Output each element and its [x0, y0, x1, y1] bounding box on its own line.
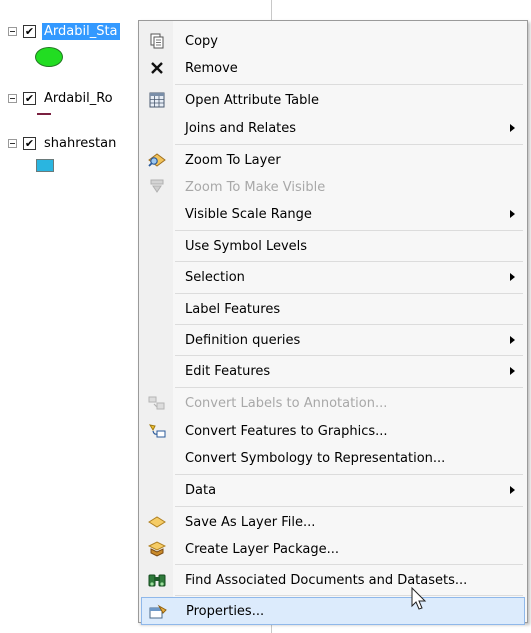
menu-item-open-attribute-table[interactable]: Open Attribute Table	[141, 86, 525, 114]
menu-item-label: Convert Symbology to Representation...	[185, 450, 446, 466]
layer-row-stations[interactable]: ✔ Ardabil_Sta	[8, 22, 120, 40]
submenu-arrow-icon	[510, 124, 515, 132]
layer-name[interactable]: Ardabil_Ro	[42, 90, 115, 107]
menu-item-label: Convert Features to Graphics...	[185, 423, 388, 439]
convert-features-icon	[147, 422, 167, 440]
menu-item-properties[interactable]: Properties...	[141, 597, 525, 625]
menu-item-definition-queries[interactable]: Definition queries	[141, 326, 525, 354]
submenu-arrow-icon	[510, 367, 515, 375]
line-symbol-icon	[37, 113, 51, 115]
menu-item-label-features[interactable]: Label Features	[141, 295, 525, 323]
menu-item-label: Copy	[185, 33, 218, 49]
menu-separator	[175, 261, 523, 262]
menu-item-label: Convert Labels to Annotation...	[185, 395, 388, 411]
menu-item-label: Data	[185, 482, 217, 498]
menu-item-data[interactable]: Data	[141, 476, 525, 504]
menu-item-label: Save As Layer File...	[185, 514, 316, 530]
layer-context-menu: Copy Remove Open Attribute Table Joins a…	[138, 20, 528, 625]
menu-separator	[175, 324, 523, 325]
menu-item-convert-features-to-graphics[interactable]: Convert Features to Graphics...	[141, 417, 525, 445]
layer-file-icon	[147, 513, 167, 531]
layer-visibility-checkbox[interactable]: ✔	[23, 24, 36, 38]
menu-item-label: Create Layer Package...	[185, 541, 339, 557]
submenu-arrow-icon	[510, 210, 515, 218]
zoom-visible-icon	[147, 178, 167, 196]
menu-item-convert-symbology-to-representation[interactable]: Convert Symbology to Representation...	[141, 444, 525, 472]
menu-item-label: Zoom To Layer	[185, 152, 281, 168]
menu-item-selection[interactable]: Selection	[141, 263, 525, 291]
remove-icon	[147, 59, 167, 77]
menu-item-label: Use Symbol Levels	[185, 238, 308, 254]
mouse-cursor-icon	[410, 586, 428, 615]
binoculars-icon	[147, 571, 167, 589]
copy-icon	[147, 32, 167, 50]
menu-separator	[175, 355, 523, 356]
point-symbol-icon	[35, 47, 63, 67]
zoom-to-layer-icon	[147, 151, 167, 169]
menu-separator	[175, 564, 523, 565]
menu-item-visible-scale-range[interactable]: Visible Scale Range	[141, 200, 525, 228]
layer-row-roads[interactable]: ✔ Ardabil_Ro	[8, 89, 115, 107]
menu-item-label: Open Attribute Table	[185, 92, 320, 108]
polygon-symbol-icon	[36, 159, 54, 172]
menu-item-label: Edit Features	[185, 363, 271, 379]
submenu-arrow-icon	[510, 273, 515, 281]
layer-visibility-checkbox[interactable]: ✔	[23, 136, 36, 150]
table-icon	[147, 91, 167, 109]
menu-item-label: Properties...	[186, 603, 265, 619]
menu-item-label: Selection	[185, 269, 245, 285]
submenu-arrow-icon	[510, 486, 515, 494]
menu-separator	[175, 506, 523, 507]
menu-item-zoom-to-make-visible: Zoom To Make Visible	[141, 173, 525, 201]
menu-separator	[175, 293, 523, 294]
menu-separator	[175, 144, 523, 145]
menu-item-use-symbol-levels[interactable]: Use Symbol Levels	[141, 232, 525, 260]
menu-item-create-layer-package[interactable]: Create Layer Package...	[141, 535, 525, 563]
layer-package-icon	[147, 540, 167, 558]
layer-name[interactable]: shahrestan	[42, 135, 118, 152]
menu-item-zoom-to-layer[interactable]: Zoom To Layer	[141, 146, 525, 174]
menu-separator	[175, 474, 523, 475]
collapse-icon[interactable]	[8, 138, 17, 148]
menu-separator	[175, 595, 523, 596]
menu-item-copy[interactable]: Copy	[141, 27, 525, 55]
menu-item-remove[interactable]: Remove	[141, 54, 525, 82]
menu-separator	[175, 84, 523, 85]
menu-item-joins-and-relates[interactable]: Joins and Relates	[141, 114, 525, 142]
menu-item-label: Remove	[185, 60, 238, 76]
menu-item-save-as-layer-file[interactable]: Save As Layer File...	[141, 508, 525, 536]
properties-icon	[148, 603, 168, 621]
menu-item-label: Definition queries	[185, 332, 301, 348]
layer-row-shahrestan[interactable]: ✔ shahrestan	[8, 134, 118, 152]
menu-item-label: Find Associated Documents and Datasets..…	[185, 572, 468, 588]
menu-item-convert-labels-to-annotation: Convert Labels to Annotation...	[141, 389, 525, 417]
menu-item-find-associated-documents[interactable]: Find Associated Documents and Datasets..…	[141, 566, 525, 594]
collapse-icon[interactable]	[8, 93, 17, 103]
convert-labels-icon	[147, 394, 167, 412]
menu-separator	[175, 230, 523, 231]
menu-separator	[175, 387, 523, 388]
collapse-icon[interactable]	[8, 26, 17, 36]
layer-name[interactable]: Ardabil_Sta	[42, 22, 120, 40]
layer-visibility-checkbox[interactable]: ✔	[23, 91, 36, 105]
menu-item-label: Zoom To Make Visible	[185, 179, 326, 195]
menu-item-label: Label Features	[185, 301, 281, 317]
menu-item-label: Visible Scale Range	[185, 206, 312, 222]
submenu-arrow-icon	[510, 336, 515, 344]
menu-item-edit-features[interactable]: Edit Features	[141, 357, 525, 385]
menu-item-label: Joins and Relates	[185, 120, 297, 136]
